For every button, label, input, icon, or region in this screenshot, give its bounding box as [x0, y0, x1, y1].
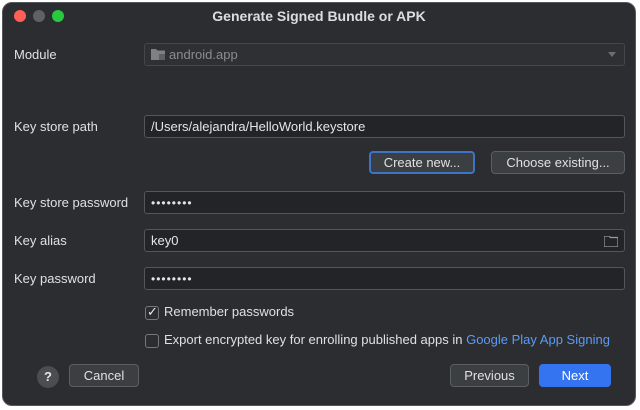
keystore-password-field[interactable]: •••••••• [144, 191, 625, 214]
key-alias-label: Key alias [14, 233, 67, 248]
keystore-password-label: Key store password [14, 195, 129, 210]
cancel-button[interactable]: Cancel [69, 364, 139, 387]
keystore-path-field[interactable]: /Users/alejandra/HelloWorld.keystore [144, 115, 625, 138]
google-play-app-signing-link[interactable]: Google Play App Signing [466, 332, 610, 347]
export-encrypted-label: Export encrypted key for enrolling publi… [164, 332, 463, 347]
module-select[interactable]: android.app [144, 43, 625, 66]
help-icon[interactable]: ? [37, 366, 59, 388]
dialog-title: Generate Signed Bundle or APK [212, 8, 426, 24]
export-encrypted-checkbox[interactable] [145, 334, 159, 348]
checkmark-icon: ✓ [147, 304, 158, 319]
key-alias-field[interactable]: key0 [144, 229, 625, 252]
next-button[interactable]: Next [539, 364, 611, 387]
choose-existing-button[interactable]: Choose existing... [491, 151, 625, 174]
create-new-button[interactable]: Create new... [369, 151, 475, 174]
export-encrypted-row: Export encrypted key for enrolling publi… [164, 332, 610, 347]
module-folder-icon [151, 48, 165, 63]
folder-browse-icon[interactable] [603, 235, 619, 250]
remember-passwords-checkbox[interactable]: ✓ [145, 304, 159, 320]
key-password-label: Key password [14, 271, 96, 286]
chevron-down-icon [608, 52, 616, 57]
key-password-field[interactable]: •••••••• [144, 267, 625, 290]
module-select-value: android.app [169, 47, 238, 62]
keystore-path-label: Key store path [14, 119, 98, 134]
key-alias-value: key0 [151, 233, 179, 248]
module-label: Module [14, 47, 57, 62]
remember-passwords-label: Remember passwords [164, 304, 295, 319]
title-bar: Generate Signed Bundle or APK [3, 3, 635, 29]
dialog-window: Generate Signed Bundle or APK Module and… [2, 2, 636, 406]
previous-button[interactable]: Previous [450, 364, 529, 387]
